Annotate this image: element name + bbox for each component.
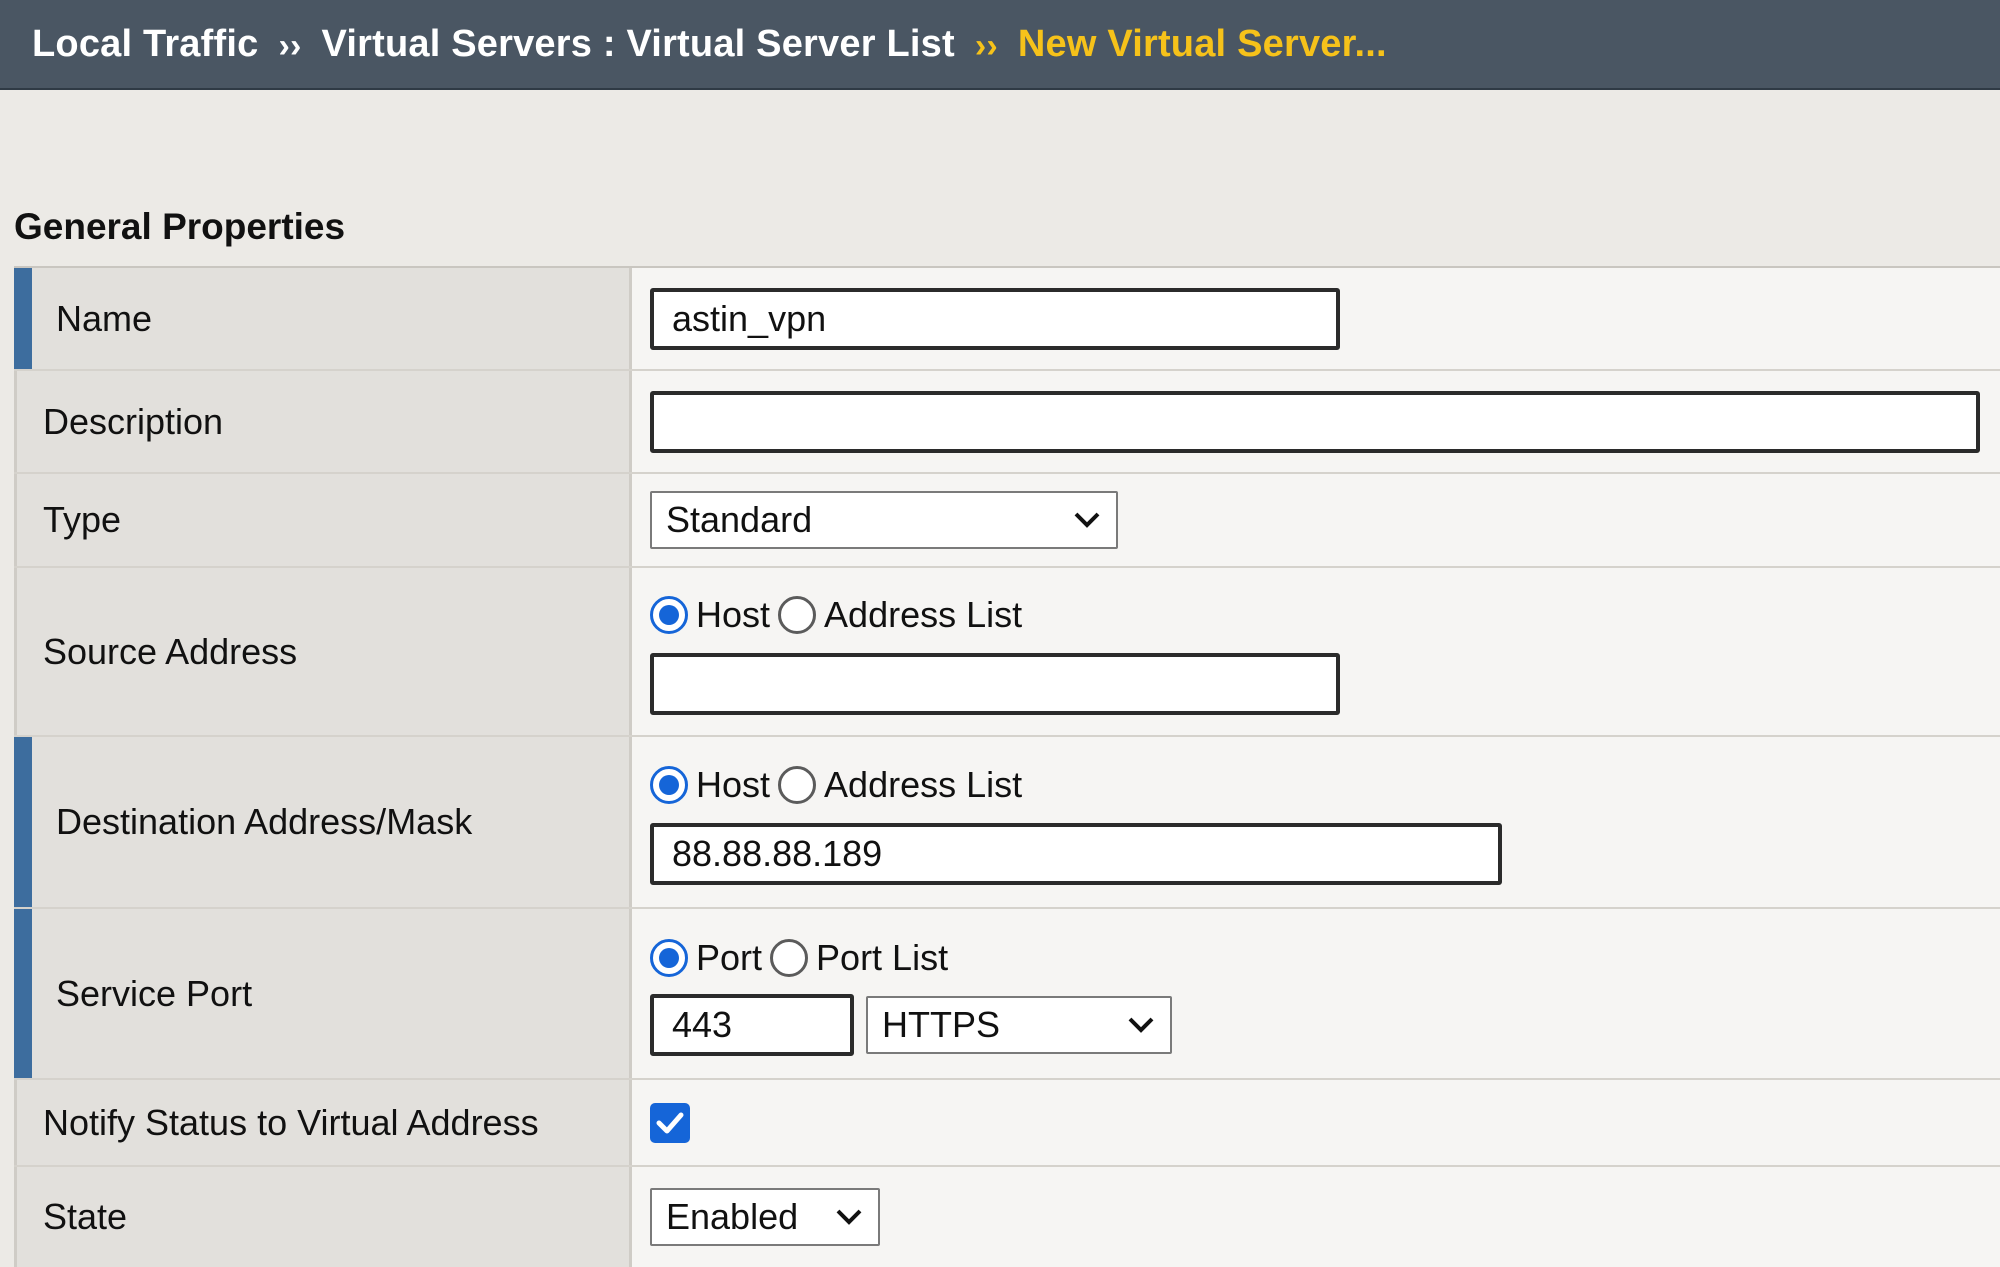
type-select[interactable]: Standard <box>650 491 1118 549</box>
source-address-input[interactable] <box>650 652 1340 715</box>
description-label: Description <box>14 371 632 472</box>
service-port-radio-group: Port Port List <box>650 932 2000 984</box>
state-select[interactable]: Enabled <box>650 1188 880 1246</box>
destination-host-radio[interactable] <box>650 766 688 804</box>
state-field-cell: Enabled <box>632 1167 2000 1267</box>
destination-field-cell: Host Address List 88.88.88.189 <box>632 737 2000 907</box>
notify-status-label: Notify Status to Virtual Address <box>14 1080 632 1165</box>
type-select-value: Standard <box>666 499 813 540</box>
breadcrumb: Local Traffic ›› Virtual Servers : Virtu… <box>0 0 2000 90</box>
chevron-down-icon <box>1074 512 1100 528</box>
type-label: Type <box>14 474 632 566</box>
general-properties-table: Name astin_vpn Description Type Standard… <box>14 266 2000 1267</box>
breadcrumb-virtual-server-list[interactable]: Virtual Servers : Virtual Server List <box>322 23 955 66</box>
source-address-list-radio-label[interactable]: Address List <box>824 594 1022 636</box>
source-address-label: Source Address <box>14 568 632 735</box>
notify-status-checkbox[interactable] <box>650 1102 690 1143</box>
source-address-radio-group: Host Address List <box>650 589 2000 641</box>
breadcrumb-separator: ›› <box>974 26 998 65</box>
service-port-field-cell: Port Port List 443 HTTPS <box>632 909 2000 1078</box>
source-host-radio[interactable] <box>650 595 688 634</box>
checkmark-icon <box>656 1112 684 1133</box>
service-port-label: Service Port <box>14 909 632 1078</box>
row-name: Name astin_vpn <box>14 268 2000 371</box>
destination-radio-group: Host Address List <box>650 759 2000 811</box>
destination-label: Destination Address/Mask <box>14 737 632 907</box>
source-address-list-radio[interactable] <box>778 595 817 634</box>
destination-host-radio-label[interactable]: Host <box>696 764 770 806</box>
protocol-select[interactable]: HTTPS <box>866 995 1172 1054</box>
breadcrumb-separator: ›› <box>278 26 302 65</box>
chevron-down-icon <box>1128 1017 1154 1033</box>
destination-address-list-radio[interactable] <box>778 766 817 804</box>
name-label: Name <box>14 268 632 369</box>
row-state: State Enabled <box>14 1167 2000 1267</box>
row-source-address: Source Address Host Address List <box>14 568 2000 737</box>
section-title: General Properties <box>14 206 346 247</box>
row-type: Type Standard <box>14 474 2000 568</box>
protocol-select-value: HTTPS <box>882 1003 1001 1045</box>
type-field-cell: Standard <box>632 474 2000 566</box>
description-input[interactable] <box>650 390 1980 453</box>
port-radio-label[interactable]: Port <box>696 937 762 979</box>
destination-address-input[interactable]: 88.88.88.189 <box>650 823 1502 885</box>
notify-status-field-cell <box>632 1080 2000 1165</box>
description-field-cell <box>632 371 2000 472</box>
name-input[interactable]: astin_vpn <box>650 287 1340 350</box>
port-list-radio-label[interactable]: Port List <box>816 937 948 979</box>
chevron-down-icon <box>836 1209 862 1225</box>
port-radio[interactable] <box>650 938 688 977</box>
row-description: Description <box>14 371 2000 474</box>
source-host-radio-label[interactable]: Host <box>696 594 770 636</box>
port-input[interactable]: 443 <box>650 993 854 1056</box>
service-port-inputs: 443 HTTPS <box>650 993 2000 1056</box>
state-select-value: Enabled <box>666 1196 799 1237</box>
port-list-radio[interactable] <box>770 938 809 977</box>
source-address-field-cell: Host Address List <box>632 568 2000 735</box>
row-service-port: Service Port Port Port List 443 HTTPS <box>14 909 2000 1080</box>
row-destination: Destination Address/Mask Host Address Li… <box>14 737 2000 909</box>
destination-address-list-radio-label[interactable]: Address List <box>824 764 1022 806</box>
breadcrumb-local-traffic[interactable]: Local Traffic <box>32 23 258 66</box>
breadcrumb-current: New Virtual Server... <box>1017 22 1387 65</box>
state-label: State <box>14 1167 632 1267</box>
row-notify-status: Notify Status to Virtual Address <box>14 1080 2000 1167</box>
name-field-cell: astin_vpn <box>632 268 2000 369</box>
